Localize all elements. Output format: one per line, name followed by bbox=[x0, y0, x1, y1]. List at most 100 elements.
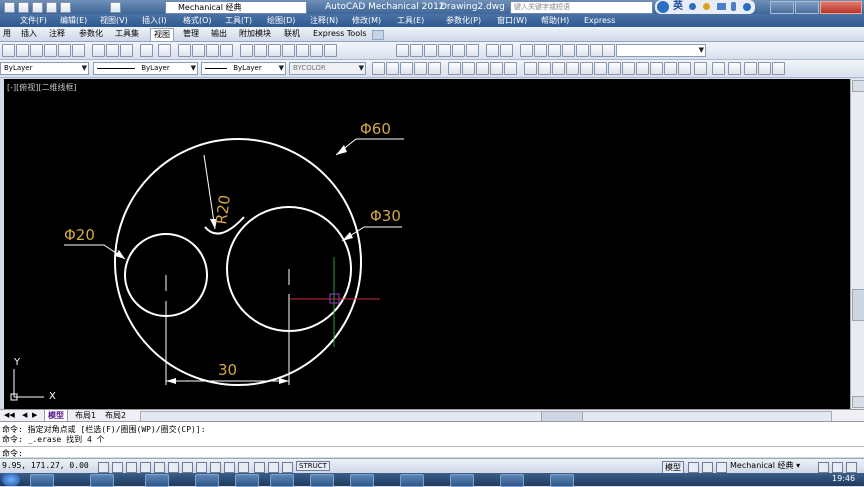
3d-view-bottom-icon[interactable] bbox=[410, 44, 423, 57]
menu-help[interactable]: 帮助(H) bbox=[541, 14, 569, 27]
layer-state-combo[interactable]: ▼ bbox=[616, 44, 706, 57]
coordinate-readout[interactable]: 9.95, 171.27, 0.00 bbox=[2, 461, 89, 470]
ime-toolbar[interactable]: 英 bbox=[655, 0, 755, 14]
annotation-monitor-icon[interactable] bbox=[282, 462, 293, 473]
render-icon[interactable] bbox=[694, 62, 707, 75]
menu-draw[interactable]: 绘图(D) bbox=[267, 14, 295, 27]
draw-text-icon[interactable] bbox=[504, 62, 517, 75]
dim-label-phi30[interactable]: Φ30 bbox=[370, 207, 401, 225]
modify-mirror-icon[interactable] bbox=[664, 62, 677, 75]
tab-nav-prev-icon[interactable]: ◀ bbox=[22, 411, 27, 419]
snap-mode-icon[interactable] bbox=[98, 462, 109, 473]
tab-addins[interactable]: 附加模块 bbox=[236, 28, 274, 40]
pan-icon[interactable] bbox=[178, 44, 191, 57]
tab-home[interactable]: 用 bbox=[0, 28, 14, 40]
lineweight-combo[interactable]: ByLayer ▼ bbox=[201, 62, 286, 75]
tab-toolsets[interactable]: 工具集 bbox=[112, 28, 142, 40]
drawing-area[interactable]: [-][俯视][二维线框] Φ60 Φ30 Φ20 R20 30 Y X bbox=[4, 79, 850, 409]
taskbar-recorder-icon[interactable] bbox=[500, 474, 524, 487]
tool-palettes-icon[interactable] bbox=[268, 44, 281, 57]
render-sun-icon[interactable] bbox=[758, 62, 771, 75]
print-icon[interactable] bbox=[44, 44, 57, 57]
visual-style-realistic-icon[interactable] bbox=[576, 44, 589, 57]
modify-scale-icon[interactable] bbox=[566, 62, 579, 75]
viewport-label[interactable]: [-][俯视][二维线框] bbox=[7, 82, 77, 92]
restore-button[interactable] bbox=[795, 1, 819, 14]
3d-view-iso-sw-icon[interactable] bbox=[486, 44, 499, 57]
tab-manage[interactable]: 管理 bbox=[180, 28, 202, 40]
taskbar-media-icon[interactable] bbox=[145, 474, 169, 487]
open-icon[interactable] bbox=[16, 44, 29, 57]
zoom-previous-icon[interactable] bbox=[220, 44, 233, 57]
calculator-icon[interactable] bbox=[310, 44, 323, 57]
dynamic-input-icon[interactable] bbox=[210, 462, 221, 473]
menu-tools-e[interactable]: 工具(E) bbox=[397, 14, 424, 27]
visual-style-hidden-icon[interactable] bbox=[562, 44, 575, 57]
visual-style-2d-icon[interactable] bbox=[534, 44, 547, 57]
undo-icon[interactable] bbox=[140, 44, 153, 57]
3d-view-left-icon[interactable] bbox=[424, 44, 437, 57]
workspace-selector[interactable]: Mechanical 经典 bbox=[165, 1, 307, 14]
taskbar-app-icon[interactable] bbox=[450, 474, 474, 487]
menu-express[interactable]: Express bbox=[584, 14, 615, 27]
tab-view[interactable]: 视图 bbox=[150, 28, 174, 41]
cut-icon[interactable] bbox=[92, 44, 105, 57]
modify-copy-icon[interactable] bbox=[538, 62, 551, 75]
dim-label-phi60[interactable]: Φ60 bbox=[360, 120, 391, 138]
sheet-set-icon[interactable] bbox=[282, 44, 295, 57]
3d-object-snap-icon[interactable] bbox=[168, 462, 179, 473]
transparency-icon[interactable] bbox=[238, 462, 249, 473]
modify-offset-icon[interactable] bbox=[650, 62, 663, 75]
3d-view-iso-se-icon[interactable] bbox=[500, 44, 513, 57]
copy-icon[interactable] bbox=[106, 44, 119, 57]
menu-format[interactable]: 格式(O) bbox=[183, 14, 212, 27]
modify-rotate-icon[interactable] bbox=[552, 62, 565, 75]
dim-label-r20[interactable]: R20 bbox=[212, 194, 234, 226]
quick-access-new-icon[interactable] bbox=[4, 2, 15, 13]
tab-annotate[interactable]: 注释 bbox=[46, 28, 68, 40]
pan-status-icon[interactable] bbox=[716, 462, 727, 473]
layer-combo[interactable]: ByLayer ▼ bbox=[0, 62, 89, 75]
3d-view-top-icon[interactable] bbox=[396, 44, 409, 57]
large-circle[interactable] bbox=[114, 138, 362, 386]
render-light-icon[interactable] bbox=[728, 62, 741, 75]
taskbar-browser-icon[interactable] bbox=[350, 474, 374, 487]
drawing-svg[interactable]: [-][俯视][二维线框] Φ60 Φ30 Φ20 R20 30 Y X bbox=[4, 79, 850, 409]
ortho-mode-icon[interactable] bbox=[126, 462, 137, 473]
hscroll-thumb[interactable] bbox=[541, 412, 583, 421]
system-clock[interactable]: 19:46 bbox=[832, 474, 855, 483]
ribbon-toggle-button[interactable] bbox=[372, 30, 384, 40]
properties-icon[interactable] bbox=[240, 44, 253, 57]
menu-edit[interactable]: 编辑(E) bbox=[60, 14, 87, 27]
render-material-icon[interactable] bbox=[712, 62, 725, 75]
plotstyle-combo[interactable]: BYCOLOR ▼ bbox=[289, 62, 366, 75]
draw-ellipse-icon[interactable] bbox=[448, 62, 461, 75]
tab-nav-next-icon[interactable]: ▶ bbox=[32, 411, 37, 419]
toolbar-lock-icon[interactable] bbox=[818, 462, 829, 473]
taskbar-autocad-icon[interactable] bbox=[400, 474, 424, 487]
dim-label-30[interactable]: 30 bbox=[218, 361, 237, 379]
visual-style-wire-icon[interactable] bbox=[548, 44, 561, 57]
tab-express-tools[interactable]: Express Tools bbox=[310, 28, 370, 40]
draw-line-icon[interactable] bbox=[372, 62, 385, 75]
dim-label-phi20[interactable]: Φ20 bbox=[64, 226, 95, 244]
help-icon[interactable] bbox=[324, 44, 337, 57]
modify-trim-icon[interactable] bbox=[580, 62, 593, 75]
tab-nav-first-icon[interactable]: ◀◀ bbox=[4, 411, 15, 419]
object-snap-icon[interactable] bbox=[154, 462, 165, 473]
command-window[interactable]: 命令: 指定对角点或 [栏选(F)/圈围(WP)/圈交(CP)]: 命令: _.… bbox=[0, 421, 864, 458]
3d-view-right-icon[interactable] bbox=[438, 44, 451, 57]
publish-icon[interactable] bbox=[72, 44, 85, 57]
selection-cycling-icon[interactable] bbox=[268, 462, 279, 473]
struct-toggle[interactable]: STRUCT bbox=[296, 461, 330, 471]
workspace-switch[interactable]: Mechanical 经典 ▾ bbox=[730, 460, 800, 471]
modify-chamfer-icon[interactable] bbox=[622, 62, 635, 75]
close-button[interactable] bbox=[820, 1, 862, 14]
tab-output[interactable]: 输出 bbox=[208, 28, 230, 40]
layer-manager-icon[interactable] bbox=[602, 44, 615, 57]
modify-fillet-icon[interactable] bbox=[608, 62, 621, 75]
tab-insert[interactable]: 插入 bbox=[18, 28, 40, 40]
draw-circle-icon[interactable] bbox=[386, 62, 399, 75]
draw-table-icon[interactable] bbox=[490, 62, 503, 75]
taskbar-ie-icon[interactable] bbox=[30, 474, 54, 487]
